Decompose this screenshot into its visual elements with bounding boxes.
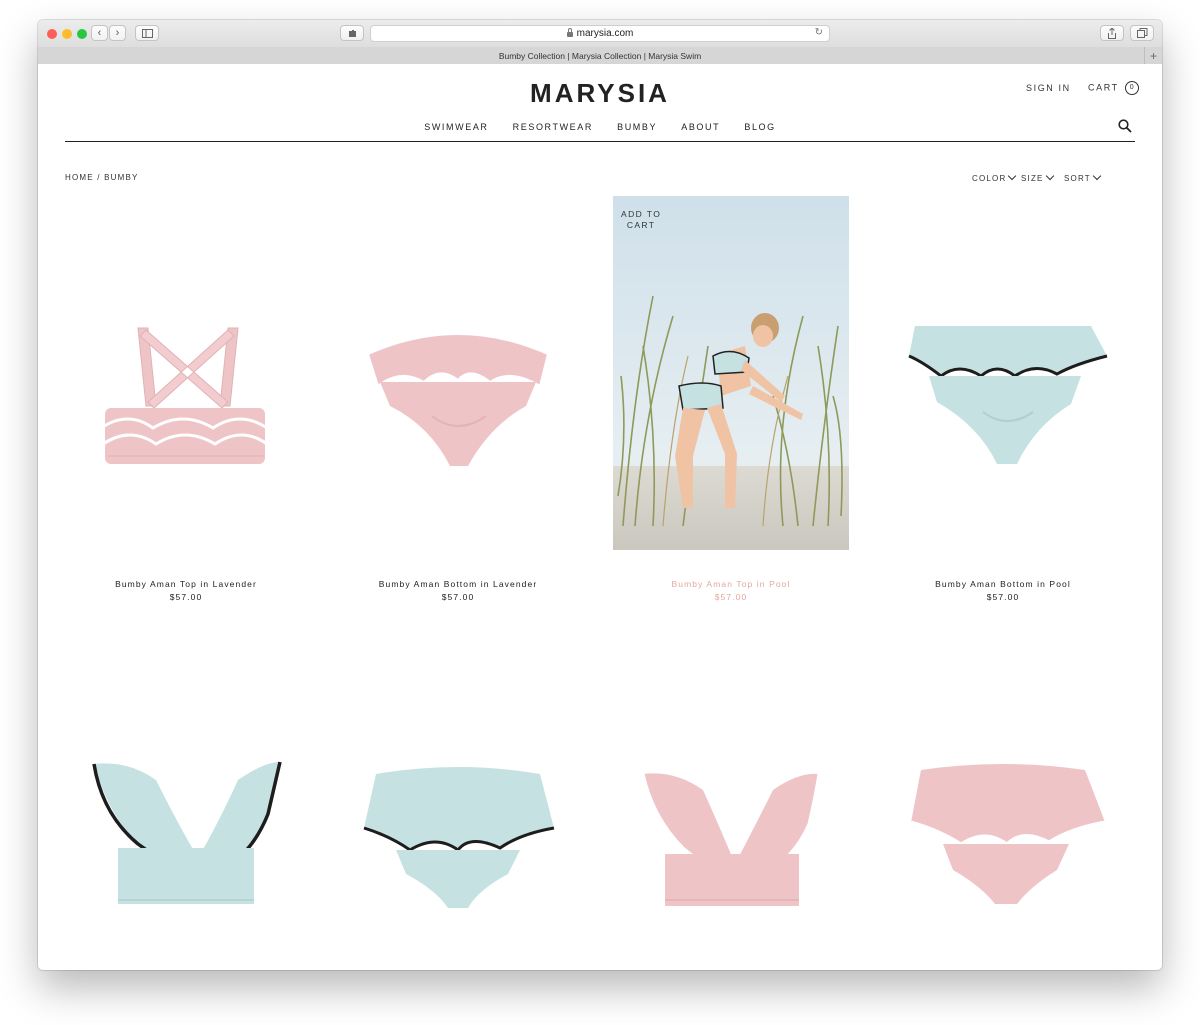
web-page: MARYSIA SIGN IN CART 0 SWIMWEAR RESORTWEA… bbox=[38, 64, 1162, 970]
product-name[interactable]: Bumby Aman Bottom in Pool bbox=[885, 579, 1121, 589]
reload-icon[interactable]: ↻ bbox=[815, 27, 823, 38]
nav-item-resortwear[interactable]: RESORTWEAR bbox=[513, 122, 593, 132]
product-card[interactable] bbox=[68, 754, 304, 929]
product-image-bottom-lavender[interactable] bbox=[340, 196, 576, 550]
product-name[interactable]: Bumby Aman Top in Pool bbox=[613, 579, 849, 589]
chevron-right-icon: › bbox=[115, 26, 120, 39]
new-tab-button[interactable]: + bbox=[1144, 47, 1162, 64]
product-price: $57.00 bbox=[441, 592, 475, 602]
cart-link[interactable]: CART 0 bbox=[1088, 81, 1139, 95]
nav-item-blog[interactable]: BLOG bbox=[744, 122, 775, 132]
tabs-overview-button[interactable] bbox=[1130, 25, 1154, 41]
chevron-down-icon bbox=[1092, 171, 1102, 181]
chevron-left-icon: ‹ bbox=[97, 26, 102, 39]
sort-dropdown[interactable]: SORT bbox=[1064, 171, 1102, 183]
product-card-hovered[interactable]: ADD TO CART bbox=[613, 196, 849, 550]
address-bar[interactable]: marysia.com ↻ bbox=[370, 25, 830, 42]
product-card[interactable] bbox=[885, 754, 1121, 929]
cart-label: CART bbox=[1088, 82, 1119, 93]
product-name[interactable]: Bumby Aman Bottom in Lavender bbox=[340, 579, 576, 589]
main-nav: SWIMWEAR RESORTWEAR BUMBY ABOUT BLOG bbox=[38, 122, 1162, 132]
product-lifestyle-photo[interactable] bbox=[613, 196, 849, 550]
size-filter[interactable]: SIZE bbox=[1021, 171, 1054, 183]
header-divider bbox=[65, 141, 1135, 142]
sidebar-button[interactable] bbox=[135, 25, 159, 41]
search-icon[interactable] bbox=[1118, 119, 1132, 133]
color-filter[interactable]: COLOR bbox=[972, 171, 1017, 183]
color-filter-label: COLOR bbox=[972, 174, 1007, 183]
add-to-cart-button[interactable]: ADD TO CART bbox=[621, 209, 661, 231]
sort-label: SORT bbox=[1064, 174, 1091, 183]
site-logo[interactable]: MARYSIA bbox=[38, 78, 1162, 109]
url-text: marysia.com bbox=[576, 28, 634, 39]
tabs-icon bbox=[1136, 28, 1147, 38]
product-image-skirted-bottom-lavender[interactable] bbox=[885, 754, 1121, 924]
product-name[interactable]: Bumby Aman Top in Lavender bbox=[68, 579, 304, 589]
chevron-down-icon bbox=[1008, 171, 1017, 181]
sidebar-icon bbox=[141, 28, 153, 38]
product-image-top-lavender[interactable] bbox=[68, 196, 304, 550]
nav-item-bumby[interactable]: BUMBY bbox=[617, 122, 657, 132]
share-button[interactable] bbox=[1100, 25, 1124, 41]
breadcrumb[interactable]: HOME / BUMBY bbox=[65, 173, 139, 182]
nav-item-swimwear[interactable]: SWIMWEAR bbox=[424, 122, 488, 132]
puzzle-icon bbox=[349, 30, 356, 37]
plus-icon: + bbox=[1149, 48, 1157, 63]
size-filter-label: SIZE bbox=[1021, 174, 1044, 183]
zoom-window-button[interactable] bbox=[77, 29, 87, 39]
product-image-ruffle-top-pool[interactable] bbox=[68, 754, 304, 924]
minimize-window-button[interactable] bbox=[62, 29, 72, 39]
cart-count-badge: 0 bbox=[1124, 81, 1139, 95]
product-image-ruffle-top-lavender[interactable] bbox=[613, 754, 849, 924]
share-icon bbox=[1108, 27, 1116, 39]
browser-window: ‹ › marysia.com ↻ Bumby Collection | Mar… bbox=[38, 20, 1162, 970]
forward-button[interactable]: › bbox=[109, 25, 126, 41]
close-window-button[interactable] bbox=[47, 29, 57, 39]
chevron-down-icon bbox=[1045, 171, 1054, 181]
nav-item-about[interactable]: ABOUT bbox=[681, 122, 720, 132]
sign-in-link[interactable]: SIGN IN bbox=[1026, 83, 1071, 93]
lock-icon bbox=[566, 28, 573, 37]
tab-bar: Bumby Collection | Marysia Collection | … bbox=[38, 47, 1162, 65]
product-image-bottom-pool[interactable] bbox=[885, 196, 1121, 550]
extension-button[interactable] bbox=[340, 25, 364, 41]
product-price: $57.00 bbox=[714, 592, 748, 602]
product-price: $57.00 bbox=[986, 592, 1020, 602]
tab-title[interactable]: Bumby Collection | Marysia Collection | … bbox=[499, 51, 701, 61]
product-image-skirted-bottom-pool[interactable] bbox=[340, 754, 576, 924]
product-card[interactable] bbox=[340, 754, 576, 929]
back-button[interactable]: ‹ bbox=[91, 25, 108, 41]
browser-toolbar: ‹ › marysia.com ↻ bbox=[38, 20, 1162, 48]
product-card[interactable] bbox=[613, 754, 849, 929]
product-price: $57.00 bbox=[169, 592, 203, 602]
